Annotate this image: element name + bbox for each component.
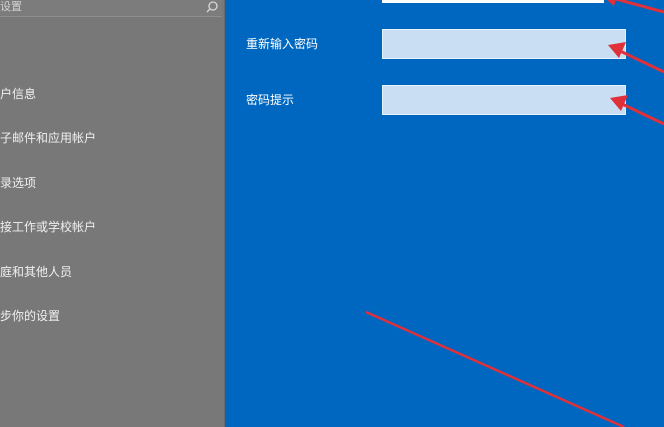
sidebar-item-sync-settings[interactable]: 步你的设置	[0, 308, 60, 324]
sidebar-item-label: 录选项	[0, 176, 37, 190]
password-field[interactable]	[382, 0, 604, 3]
sidebar-item-family-others[interactable]: 庭和其他人员	[0, 264, 72, 280]
search-placeholder: 设置	[0, 0, 22, 13]
sidebar-item-label: 子邮件和应用帐户	[0, 131, 97, 145]
password-hint-field[interactable]	[382, 85, 626, 115]
sidebar-item-label: 步你的设置	[0, 309, 61, 323]
sidebar-item-label: 户信息	[0, 87, 37, 101]
sidebar-item-account-info[interactable]: 户信息	[0, 86, 36, 102]
main-panel: 重新输入密码 密码提示	[224, 0, 664, 427]
sidebar-item-email-accounts[interactable]: 子邮件和应用帐户	[0, 130, 96, 146]
sidebar-item-sign-in-options[interactable]: 录选项	[0, 175, 36, 191]
sidebar-item-work-school[interactable]: 接工作或学校帐户	[0, 219, 96, 235]
reenter-password-field[interactable]	[382, 29, 626, 59]
reenter-password-label: 重新输入密码	[246, 37, 319, 51]
password-hint-label: 密码提示	[246, 93, 295, 107]
sidebar-item-label: 庭和其他人员	[0, 265, 73, 279]
sidebar-item-label: 接工作或学校帐户	[0, 220, 97, 234]
sidebar: 设置 户信息 子邮件和应用帐户 录选项 接工作或学校帐户 庭和其他人员 步你的设…	[0, 0, 225, 427]
search-icon[interactable]	[205, 0, 219, 14]
search-box[interactable]: 设置	[0, 0, 222, 17]
